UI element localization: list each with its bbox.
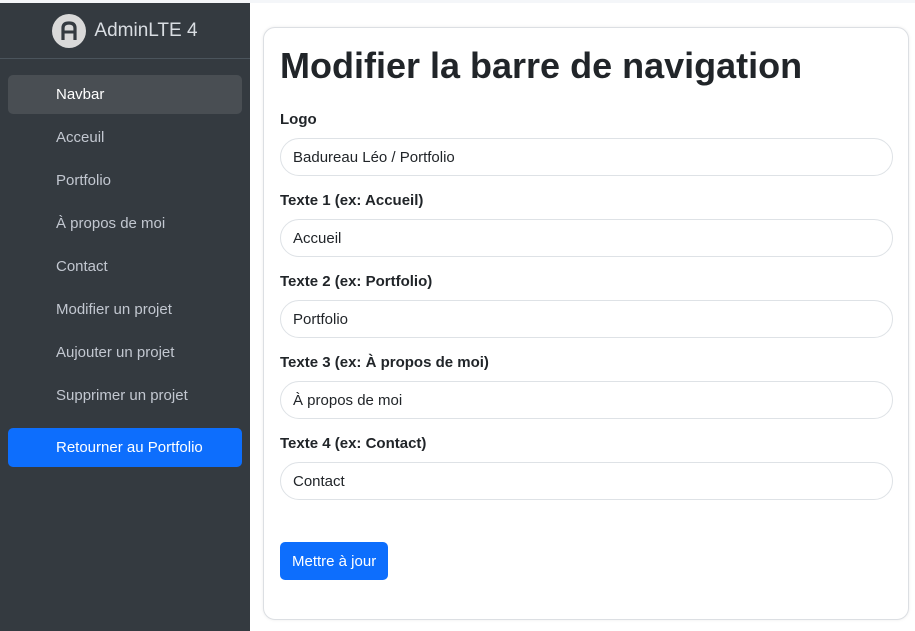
main-content: Modifier la barre de navigation Logo Tex…	[250, 3, 915, 631]
brand-name: AdminLTE 4	[94, 19, 198, 41]
sidebar-item-add-project[interactable]: Aujouter un projet	[8, 333, 242, 372]
sidebar-item-acceuil[interactable]: Acceuil	[8, 118, 242, 157]
text-4-label: Texte 4 (ex: Contact)	[280, 435, 427, 452]
sidebar-item-contact[interactable]: Contact	[8, 247, 242, 286]
text-3-input[interactable]	[280, 381, 893, 419]
brand-link[interactable]: AdminLTE 4	[0, 3, 250, 59]
form-field-text-1: Texte 1 (ex: Accueil)	[280, 192, 893, 257]
back-to-portfolio-button[interactable]: Retourner au Portfolio	[8, 428, 242, 467]
text-1-input[interactable]	[280, 219, 893, 257]
sidebar-item-edit-project[interactable]: Modifier un projet	[8, 290, 242, 329]
sidebar-item-navbar[interactable]: Navbar	[8, 75, 242, 114]
logo-input[interactable]	[280, 138, 893, 176]
sidebar-item-delete-project[interactable]: Supprimer un projet	[8, 376, 242, 415]
form-field-text-2: Texte 2 (ex: Portfolio)	[280, 273, 893, 338]
sidebar: AdminLTE 4 Navbar Acceuil Portfolio À pr…	[0, 3, 250, 631]
page-title: Modifier la barre de navigation	[280, 45, 803, 86]
navbar-edit-form: Modifier la barre de navigation Logo Tex…	[263, 27, 909, 620]
form-field-text-4: Texte 4 (ex: Contact)	[280, 435, 893, 500]
text-4-input[interactable]	[280, 462, 893, 500]
sidebar-item-portfolio[interactable]: Portfolio	[8, 161, 242, 200]
logo-label: Logo	[280, 111, 317, 128]
text-2-label: Texte 2 (ex: Portfolio)	[280, 273, 433, 290]
text-1-label: Texte 1 (ex: Accueil)	[280, 192, 424, 209]
sidebar-item-about[interactable]: À propos de moi	[8, 204, 242, 243]
sidebar-nav: Navbar Acceuil Portfolio À propos de moi…	[0, 59, 250, 467]
update-button[interactable]: Mettre à jour	[280, 542, 389, 580]
text-3-label: Texte 3 (ex: À propos de moi)	[280, 354, 489, 371]
text-2-input[interactable]	[280, 300, 893, 338]
adminlte-logo-icon	[52, 13, 87, 48]
form-field-logo: Logo	[280, 111, 893, 176]
form-field-text-3: Texte 3 (ex: À propos de moi)	[280, 354, 893, 419]
